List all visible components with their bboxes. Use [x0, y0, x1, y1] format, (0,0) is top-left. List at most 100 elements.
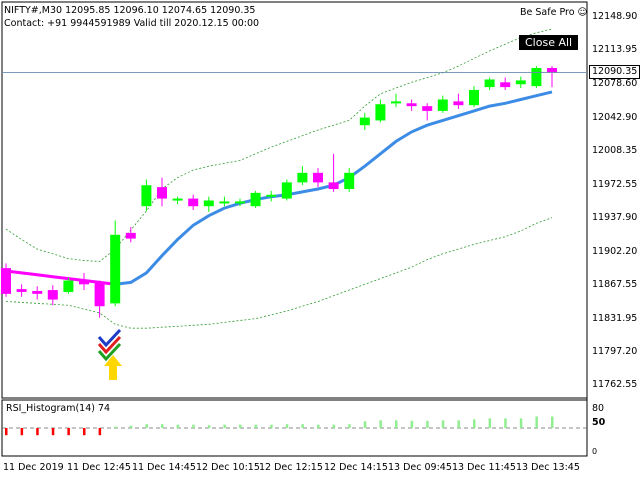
- main-chart-border: [1, 1, 588, 399]
- time-tick-label: 11 Dec 14:45: [132, 462, 196, 473]
- rsi-bar: [114, 426, 117, 428]
- rsi-bar: [129, 425, 133, 428]
- price-tick-label: 11972.55: [592, 178, 638, 190]
- price-tick-label: 12008.35: [592, 144, 638, 156]
- candles: [1, 66, 557, 318]
- rsi-bar: [504, 418, 507, 428]
- indicator-title: RSI_Histogram(14) 74: [6, 403, 111, 414]
- price-tick-label: 12148.90: [592, 10, 638, 22]
- symbol-info: NIFTY#,M30 12095.85 12096.10 12074.65 12…: [4, 5, 256, 16]
- price-tick-label: 11762.55: [592, 378, 638, 390]
- rsi-bar: [348, 424, 351, 428]
- time-tick-label: 12 Dec 12:15: [259, 462, 323, 473]
- rsi-bar: [519, 418, 523, 428]
- candle-body: [125, 232, 136, 239]
- current-price-label: 12090.35: [589, 65, 640, 80]
- rsi-bar: [67, 428, 70, 436]
- time-tick-label: 13 Dec 11:45: [452, 462, 516, 473]
- time-tick-label: 12 Dec 10:15: [196, 462, 260, 473]
- close-all-button[interactable]: Close All: [519, 35, 579, 50]
- candle-body: [141, 185, 152, 207]
- candle-body: [1, 268, 11, 294]
- price-tick-label: 12042.90: [592, 111, 638, 123]
- candle-body: [422, 106, 433, 111]
- rsi-bar: [223, 424, 226, 428]
- candle-body: [313, 172, 323, 183]
- rsi-bar: [239, 424, 242, 428]
- candle-body: [391, 101, 401, 104]
- rsi-axis-80: 80: [592, 403, 605, 414]
- check-blue-icon: [97, 328, 122, 348]
- ea-status[interactable]: Be Safe Pro ☺: [520, 7, 587, 18]
- candle-body: [188, 198, 199, 207]
- candle-body: [250, 192, 261, 207]
- time-tick-label: 11 Dec 2019: [3, 462, 64, 473]
- candle-body: [203, 200, 214, 207]
- candle-body: [500, 82, 511, 88]
- rsi-bar: [285, 424, 289, 428]
- rsi-bar: [176, 424, 180, 428]
- rsi-axis-50: 50: [592, 417, 606, 428]
- rsi-bar: [161, 424, 164, 428]
- rsi-bar: [270, 424, 273, 428]
- rsi-bar: [301, 424, 304, 428]
- rsi-bar: [551, 416, 554, 428]
- candle-body: [47, 290, 58, 300]
- candle-body: [469, 89, 479, 106]
- candle-body: [32, 290, 43, 294]
- buy-signal-icon: [97, 328, 122, 380]
- candle-body: [531, 68, 542, 87]
- price-tick-label: 11902.20: [592, 245, 638, 257]
- time-tick-label: 13 Dec 09:45: [388, 462, 452, 473]
- rsi-bar: [441, 420, 445, 428]
- candle-body: [157, 187, 167, 199]
- lower-band-line: [5, 217, 553, 329]
- ea-name: Be Safe Pro: [520, 7, 575, 18]
- time-tick-label: 11 Dec 12:45: [67, 462, 131, 473]
- price-tick-label: 12113.95: [592, 43, 638, 55]
- chart-window[interactable]: NIFTY#,M30 12095.85 12096.10 12074.65 12…: [0, 0, 640, 480]
- candle-body: [406, 103, 417, 107]
- rsi-bar: [5, 428, 8, 436]
- rsi-bar: [317, 424, 320, 428]
- rsi-bar: [36, 428, 39, 436]
- rsi-bar: [426, 420, 429, 428]
- rsi-bar: [83, 428, 86, 436]
- candle-body: [266, 194, 277, 197]
- rsi-bar: [363, 421, 367, 428]
- candle-body: [63, 280, 74, 292]
- rsi-bar: [20, 428, 24, 436]
- candle-body: [297, 172, 308, 183]
- rsi-bar: [192, 424, 195, 428]
- price-tick-label: 11937.90: [592, 211, 638, 223]
- rsi-bar: [488, 418, 492, 428]
- rsi-bar: [535, 416, 538, 428]
- candle-body: [453, 101, 464, 106]
- price-tick-label: 11797.20: [592, 345, 638, 357]
- candle-body: [79, 279, 89, 285]
- candle-body: [281, 182, 292, 199]
- rsi-bar: [473, 419, 476, 428]
- candle-body: [359, 117, 370, 126]
- candle-body: [172, 198, 183, 201]
- rsi-bar: [145, 424, 148, 428]
- rsi-histogram: [2, 416, 587, 436]
- price-tick-label: 11831.95: [592, 312, 638, 324]
- moving-average: [5, 90, 553, 286]
- rsi-bar: [207, 425, 211, 428]
- rsi-bar: [457, 420, 460, 428]
- candle-body: [437, 99, 448, 111]
- candle-body: [328, 182, 339, 190]
- rsi-bar: [395, 420, 398, 428]
- upper-band-line: [5, 28, 553, 262]
- candle-body: [344, 172, 355, 190]
- time-tick-label: 13 Dec 13:45: [516, 462, 580, 473]
- candle-body: [16, 289, 27, 292]
- rsi-bar: [332, 424, 336, 428]
- candle-body: [235, 201, 245, 204]
- ma-line-down: [5, 269, 116, 286]
- time-tick-label: 12 Dec 14:15: [324, 462, 388, 473]
- candle-body: [110, 234, 121, 304]
- candle-body: [484, 79, 495, 88]
- rsi-bar: [98, 428, 102, 436]
